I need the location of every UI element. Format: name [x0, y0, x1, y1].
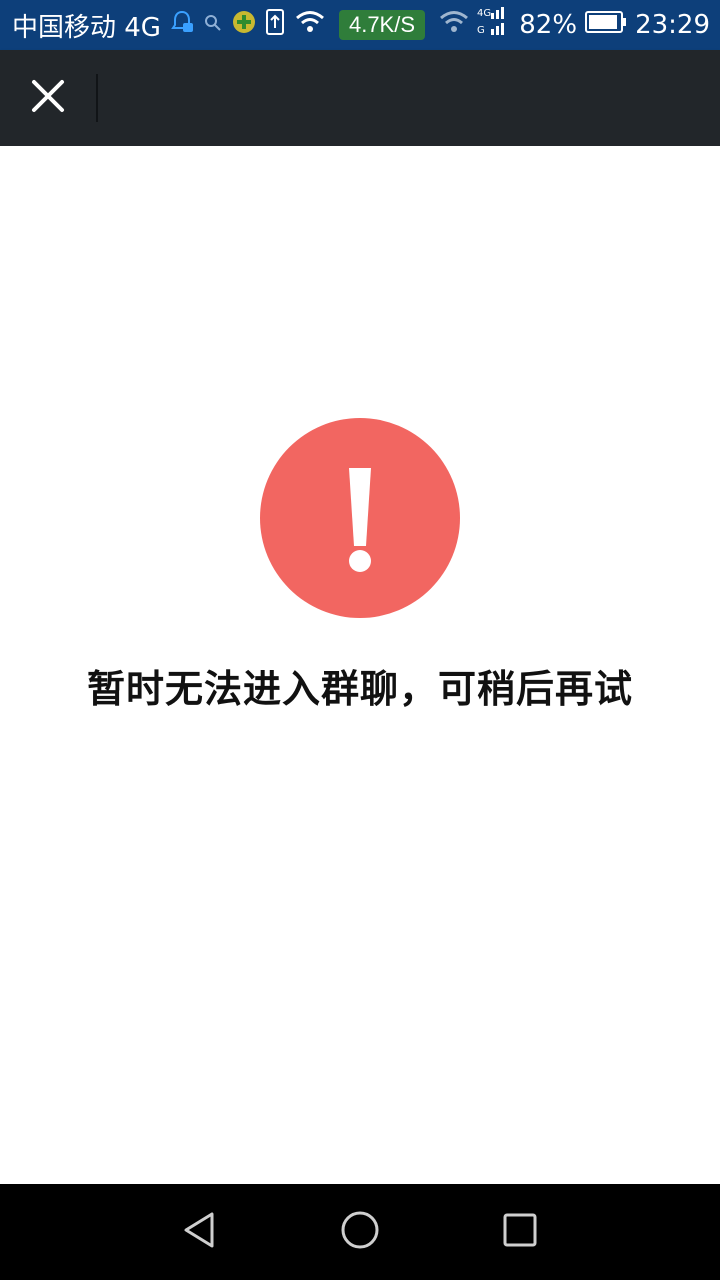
recents-button[interactable] [496, 1208, 544, 1256]
app-bar-divider [96, 74, 98, 122]
battery-icon [585, 9, 627, 42]
clock: 23:29 [635, 10, 710, 40]
carrier-label: 中国移动 4G [12, 12, 161, 43]
app-bar [0, 50, 720, 146]
error-page: 暂时无法进入群聊，可稍后再试 [0, 146, 720, 1184]
error-badge [260, 418, 460, 618]
home-icon [340, 1210, 380, 1254]
notification-bell-icon [169, 9, 195, 42]
system-nav-bar [0, 1184, 720, 1280]
close-icon [31, 79, 65, 117]
battery-percent: 82% [519, 10, 578, 40]
recents-icon [500, 1210, 540, 1254]
wifi-signal-icon [439, 9, 469, 42]
svg-text:4G: 4G [477, 8, 491, 19]
svg-text:G: G [477, 25, 485, 36]
net-speed-badge: 4.7K/S [338, 10, 426, 40]
status-bar: 中国移动 4G 4.7K/S 4G G 82% 23:29 [0, 0, 720, 50]
app-badge-icon [231, 9, 257, 42]
cell-signal-icon: 4G G [477, 5, 511, 46]
upload-icon [265, 8, 285, 43]
close-button[interactable] [18, 68, 78, 128]
back-icon [180, 1210, 220, 1254]
back-button[interactable] [176, 1208, 224, 1256]
home-button[interactable] [336, 1208, 384, 1256]
error-message: 暂时无法进入群聊，可稍后再试 [86, 667, 633, 711]
wifi-icon [295, 9, 325, 42]
search-icon [203, 10, 223, 40]
